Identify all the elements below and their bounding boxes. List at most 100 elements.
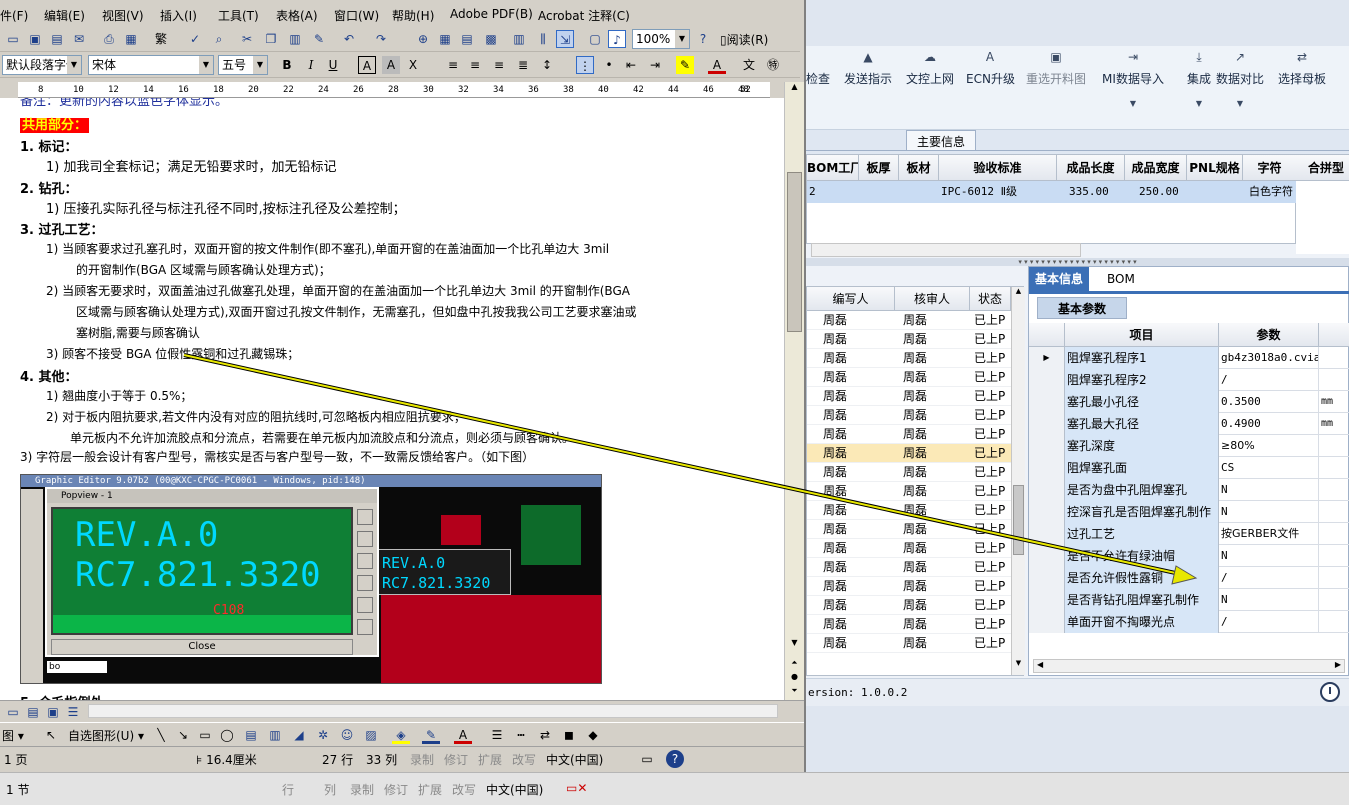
highlight-icon[interactable]: ✎ — [676, 56, 694, 74]
scroll-thumb[interactable] — [787, 172, 802, 332]
chevron-down-icon[interactable]: ▼ — [67, 56, 81, 74]
tables-borders-icon[interactable]: ▦ — [436, 30, 454, 48]
list-item[interactable]: 周磊 周磊 已上P — [807, 501, 1011, 520]
autoshape-button[interactable]: 自选图形(U) ▾ — [68, 727, 144, 744]
next-page-icon[interactable]: ⏷ — [787, 686, 802, 700]
email-icon[interactable]: ✉ — [70, 30, 88, 48]
chevron-down-icon[interactable]: ▼ — [1186, 99, 1212, 108]
status-extend[interactable]: 扩展 — [478, 751, 502, 768]
popview-tool-icon[interactable] — [357, 575, 373, 591]
phonetic-guide-icon[interactable]: 文 — [740, 56, 758, 74]
order-grid-col-0[interactable]: BOM工厂 — [807, 155, 859, 181]
paste-icon[interactable]: ▥ — [286, 30, 304, 48]
prev-page-icon[interactable]: ⏶ — [787, 658, 802, 672]
menu-item[interactable]: 视图(V) — [102, 7, 144, 24]
oval-icon[interactable]: ◯ — [218, 726, 236, 744]
char-shading-icon[interactable]: A — [382, 56, 400, 74]
bold-icon[interactable]: B — [278, 56, 296, 74]
order-grid-col-3[interactable]: 验收标准 — [939, 155, 1057, 181]
cut-icon[interactable]: ✂ — [238, 30, 256, 48]
toolbar-button-8[interactable]: ⇄ 选择母板 — [1276, 50, 1328, 116]
textbox-icon[interactable]: ▤ — [242, 726, 260, 744]
order-grid-col-4[interactable]: 成品长度 — [1057, 155, 1125, 181]
chevron-down-icon[interactable]: ▼ — [253, 56, 267, 74]
order-grid-col-1[interactable]: 板厚 — [859, 155, 899, 181]
format-painter-icon[interactable]: ✎ — [310, 30, 328, 48]
menu-item[interactable]: 编辑(E) — [44, 7, 85, 24]
toolbar-button-3[interactable]: A ECN升级 — [966, 50, 1015, 116]
param-value[interactable]: N — [1219, 479, 1319, 501]
param-value[interactable]: / — [1219, 611, 1319, 633]
bullets-icon[interactable]: • — [600, 56, 618, 74]
param-value[interactable]: N — [1219, 501, 1319, 523]
table-row[interactable]: 是否允许假性露铜 / — [1029, 567, 1349, 589]
list-item[interactable]: 周磊 周磊 已上P — [807, 577, 1011, 596]
save-icon[interactable]: ▣ — [26, 30, 44, 48]
toolbar-button-0[interactable]: 检查 — [806, 50, 830, 116]
param-value[interactable]: 按GERBER文件 — [1219, 523, 1319, 545]
copy-icon[interactable]: ❐ — [262, 30, 280, 48]
scroll-thumb[interactable] — [1013, 485, 1024, 555]
paragraph-mark-icon[interactable]: ♪ — [608, 30, 626, 48]
list-item[interactable]: 周磊 周磊 已上P — [807, 387, 1011, 406]
table-row[interactable]: 塞孔最小孔径 0.3500 mm — [1029, 391, 1349, 413]
scroll-up-icon[interactable]: ▲ — [1013, 287, 1024, 301]
param-value[interactable]: / — [1219, 567, 1319, 589]
menu-item[interactable]: Acrobat 注释(C) — [538, 7, 630, 24]
align-center-icon[interactable]: ≡ — [466, 56, 484, 74]
insert-excel-icon[interactable]: ▩ — [482, 30, 500, 48]
scroll-down-icon[interactable]: ▼ — [787, 638, 802, 654]
font-combo[interactable]: 宋体 ▼ — [88, 55, 214, 75]
chevron-down-icon[interactable]: ▼ — [1214, 99, 1266, 108]
order-grid-hscroll[interactable] — [811, 243, 1081, 257]
arrow-style-icon[interactable]: ⇄ — [536, 726, 554, 744]
list-item[interactable]: 周磊 周磊 已上P — [807, 520, 1011, 539]
line-style-icon[interactable]: ☰ — [488, 726, 506, 744]
order-grid-row[interactable]: 2 IPC-6012 Ⅱ级 335.00 250.00 白色字符 — [807, 181, 1297, 203]
table-row[interactable]: 过孔工艺 按GERBER文件 — [1029, 523, 1349, 545]
toolbar-button-1[interactable]: ▲ 发送指示 — [842, 50, 894, 116]
chevron-down-icon[interactable]: ▼ — [199, 56, 213, 74]
menu-item[interactable]: 插入(I) — [160, 7, 197, 24]
arrow-icon[interactable]: ↘ — [174, 726, 192, 744]
document-vscroll[interactable]: ▲ ▼ ⏶ ● ⏷ — [784, 82, 804, 700]
table-row[interactable]: 阻焊塞孔程序2/ — [1029, 369, 1349, 391]
status-overtype[interactable]: 改写 — [512, 751, 536, 768]
vertical-textbox-icon[interactable]: ▥ — [266, 726, 284, 744]
subtab-basic-params[interactable]: 基本参数 — [1037, 297, 1128, 319]
popview-tool-icon[interactable] — [357, 531, 373, 547]
align-left-icon[interactable]: ≡ — [444, 56, 462, 74]
rectangle-icon[interactable]: ▭ — [196, 726, 214, 744]
scroll-right-icon[interactable]: ▶ — [1335, 660, 1341, 669]
toolbar-button-5[interactable]: ⇥ MI数据导入 ▼ — [1098, 50, 1168, 116]
menu-item[interactable]: 表格(A) — [276, 7, 318, 24]
order-grid-col-5[interactable]: 成品宽度 — [1125, 155, 1187, 181]
insert-table-icon[interactable]: ▤ — [458, 30, 476, 48]
table-row[interactable]: 是否为盘中孔阻焊塞孔 N — [1029, 479, 1349, 501]
menu-item[interactable]: Adobe PDF(B) — [450, 7, 533, 21]
popview-close-button[interactable]: Close — [51, 639, 353, 655]
col-param[interactable]: 参数 — [1219, 323, 1319, 347]
diagram-icon[interactable]: ✲ — [314, 726, 332, 744]
scroll-left-icon[interactable]: ◀ — [1037, 660, 1043, 669]
splitter-handle[interactable]: ▾ ▾ ▾ ▾ ▾ ▾ ▾ ▾ ▾ ▾ ▾ ▾ ▾ ▾ ▾ ▾ ▾ ▾ ▾ ▾ … — [806, 258, 1349, 266]
list-item[interactable]: 周磊 周磊 已上P — [807, 425, 1011, 444]
font-color-draw-icon[interactable]: A — [454, 726, 472, 744]
open-icon[interactable]: ▭ — [4, 30, 22, 48]
table-row[interactable]: 塞孔最大孔径 0.4900 mm — [1029, 413, 1349, 435]
list-item[interactable]: 周磊 周磊 已上P — [807, 634, 1011, 653]
spelling-status-icon[interactable]: ▭ — [638, 750, 656, 768]
scroll-down-icon[interactable]: ▼ — [1013, 659, 1024, 673]
col-status[interactable]: 状态 — [970, 287, 1011, 311]
hyperlink-icon[interactable]: ⊕ — [414, 30, 432, 48]
list-item[interactable]: 周磊 周磊 已上P — [807, 558, 1011, 577]
table-row[interactable]: 阻焊塞孔面 CS — [1029, 457, 1349, 479]
table-row[interactable]: 塞孔深度 ≥80% — [1029, 435, 1349, 457]
normal-view-icon[interactable]: ▭ — [4, 703, 22, 721]
table-row[interactable]: 控深盲孔是否阻焊塞孔制作 N — [1029, 501, 1349, 523]
clock-icon[interactable] — [1320, 682, 1340, 702]
table-row[interactable]: 是否不允许有绿油帽 N — [1029, 545, 1349, 567]
underline-icon[interactable]: U — [324, 56, 342, 74]
numbering-icon[interactable]: ⋮ — [576, 56, 594, 74]
select-browse-object-icon[interactable]: ● — [787, 672, 802, 686]
